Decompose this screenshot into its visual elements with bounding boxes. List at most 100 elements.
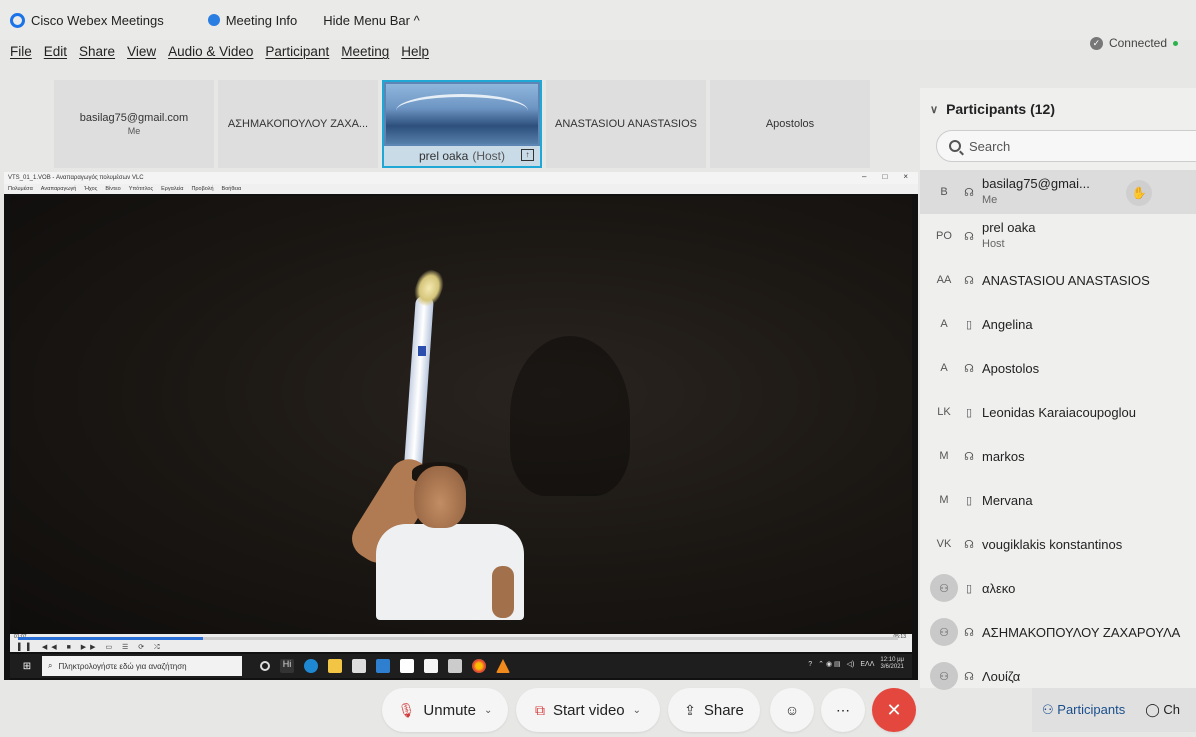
shared-screen: VTS_01_1.VOB - Αναπαραγωγός πολυμέσων VL… — [4, 172, 918, 680]
headset-icon: ☊ — [964, 626, 974, 639]
participant-row[interactable]: M ☊ markos — [920, 434, 1196, 478]
thumbnail-self[interactable]: basilag75@gmail.com Me — [54, 80, 214, 168]
close-icon: × — [903, 172, 908, 181]
participant-row[interactable]: VK ☊ vougiklakis konstantinos — [920, 522, 1196, 566]
vlc-menu-item: Προβολή — [191, 186, 214, 192]
avatar: M — [939, 450, 949, 462]
unmute-button[interactable]: 🎙 Unmute ⌄ — [382, 688, 508, 732]
person-icon: ⚇ — [939, 626, 949, 639]
chrome-icon — [472, 659, 486, 673]
participant-row[interactable]: AA ☊ ANASTASIOU ANASTASIOS — [920, 258, 1196, 302]
headset-icon: ☊ — [964, 450, 974, 463]
phone-icon: ▯ — [965, 582, 973, 595]
phone-icon: ▯ — [965, 494, 973, 507]
vlc-progress-fill — [18, 637, 203, 640]
close-icon: ✕ — [886, 699, 902, 720]
menu-participant[interactable]: Participant — [265, 44, 329, 68]
chat-toggle-button[interactable]: ◯ Ch — [1145, 702, 1180, 718]
participant-name-block: Apostolos — [982, 360, 1039, 377]
mail-icon — [376, 659, 390, 673]
participant-row[interactable]: A ▯ Angelina — [920, 302, 1196, 346]
menu-view[interactable]: View — [127, 44, 156, 68]
title-bar: Cisco Webex Meetings Meeting Info Hide M… — [0, 0, 1196, 40]
participant-row[interactable]: ⚇ ☊ ΑΣΗΜΑΚΟΠΟΥΛΟΥ ΖΑΧΑΡΟΥΛΑ — [920, 610, 1196, 654]
chat-toggle-label: Ch — [1163, 702, 1181, 717]
video-thumbnail-strip: basilag75@gmail.com Me ΑΣΗΜΑΚΟΠΟΥΛΟΥ ΖΑΧ… — [54, 80, 870, 168]
menu-meeting[interactable]: Meeting — [341, 44, 389, 68]
person-icon: ⚇ — [939, 670, 949, 683]
minimize-icon: – — [862, 172, 867, 181]
thumbnail-participant[interactable]: Apostolos — [710, 80, 870, 168]
muted-mic-icon: 🎙 — [397, 701, 416, 718]
thumbnail-sub: Me — [127, 126, 141, 136]
help-icon: ? — [808, 660, 813, 668]
participant-name-block: Leonidas Karaiacoupoglou — [982, 404, 1136, 421]
store-icon — [352, 659, 366, 673]
torch-band — [418, 346, 426, 356]
host-tag: (Host) — [472, 149, 506, 163]
raise-hand-icon[interactable]: ✋ — [1126, 180, 1152, 206]
windows-search-placeholder: Πληκτρολογήστε εδώ για αναζήτηση — [58, 661, 187, 671]
thumbnail-participant[interactable]: ANASTASIOU ANASTASIOS — [546, 80, 706, 168]
headset-icon: ☊ — [964, 186, 974, 199]
search-icon — [949, 140, 961, 152]
participant-row[interactable]: A ☊ Apostolos — [920, 346, 1196, 390]
leave-meeting-button[interactable]: ✕ — [872, 688, 916, 732]
participant-name-block: basilag75@gmai... Me — [982, 175, 1090, 209]
participant-row[interactable]: LK ▯ Leonidas Karaiacoupoglou — [920, 390, 1196, 434]
hide-menu-bar-button[interactable]: Hide Menu Bar ^ — [323, 13, 419, 28]
participant-name: prel oaka — [982, 220, 1036, 235]
share-button[interactable]: ⇪ Share — [668, 688, 760, 732]
amazon-icon — [400, 659, 414, 673]
thumbnail-host-active[interactable]: prel oaka (Host) ↑ — [382, 80, 542, 168]
menu-file[interactable]: File — [10, 44, 32, 68]
menu-help[interactable]: Help — [401, 44, 429, 68]
clock-time: 12:10 μμ — [880, 657, 904, 663]
vlc-menu-item: Βίντεο — [105, 186, 121, 192]
start-video-button[interactable]: ⧉ Start video ⌄ — [516, 688, 660, 732]
vlc-controls: 01:07 05:13 ▌▌ ◀◀ ■ ▶▶ ▭ ☰ ⟳ ⤮ — [10, 634, 912, 652]
participant-name-block: prel oaka Host — [982, 219, 1035, 253]
menu-audio-video[interactable]: Audio & Video — [168, 44, 253, 68]
thumbnail-name: Apostolos — [765, 118, 815, 130]
participant-row[interactable]: B ☊ basilag75@gmai... Me ✋ — [920, 170, 1196, 214]
participant-name: ANASTASIOU ANASTASIOS — [982, 272, 1150, 288]
more-options-button[interactable]: ⋯ — [821, 688, 865, 732]
participant-search-input[interactable]: Search — [936, 130, 1196, 162]
participant-name-block: Λουίζα — [982, 668, 1020, 685]
chevron-down-icon[interactable]: ⌄ — [633, 705, 641, 716]
meeting-controls: 🎙 Unmute ⌄ ⧉ Start video ⌄ ⇪ Share ☺ ⋯ ✕… — [0, 684, 1196, 737]
meeting-info-button[interactable]: Meeting Info — [226, 13, 298, 28]
more-icon: ⋯ — [836, 701, 850, 718]
keyboard-language: ΕΛΛ — [860, 660, 875, 668]
thumbnail-participant[interactable]: ΑΣΗΜΑΚΟΠΟΥΛΟΥ ΖΑΧΑ... — [218, 80, 378, 168]
menu-edit[interactable]: Edit — [44, 44, 67, 68]
vlc-title: VTS_01_1.VOB - Αναπαραγωγός πολυμέσων VL… — [8, 175, 144, 181]
phone-icon: ▯ — [965, 318, 973, 331]
vlc-menu-item: Ήχος — [84, 186, 98, 192]
participant-role: Host — [982, 238, 1005, 250]
avatar: M — [939, 494, 949, 506]
participant-row[interactable]: M ▯ Mervana — [920, 478, 1196, 522]
participant-name-block: Mervana — [982, 492, 1033, 509]
hi-icon: Hi — [280, 659, 294, 673]
participant-name: Λουίζα — [982, 668, 1021, 684]
headset-icon: ☊ — [964, 230, 974, 243]
thumbnail-name: ANASTASIOU ANASTASIOS — [554, 118, 698, 130]
participant-name: ΑΣΗΜΑΚΟΠΟΥΛΟΥ ΖΑΧΑΡΟΥΛΑ — [982, 624, 1181, 640]
participant-name: Apostolos — [982, 360, 1040, 376]
person-icon: ⚇ — [1042, 702, 1054, 717]
vlc-progress-bar — [18, 637, 898, 640]
background-shadow — [510, 336, 630, 496]
menu-share[interactable]: Share — [79, 44, 115, 68]
thumbnail-name: ΑΣΗΜΑΚΟΠΟΥΛΟΥ ΖΑΧΑ... — [227, 118, 369, 130]
participant-row[interactable]: PO ☊ prel oaka Host — [920, 214, 1196, 258]
participant-row[interactable]: ⚇ ▯ αλεκο — [920, 566, 1196, 610]
torch — [404, 295, 434, 467]
edge-icon — [304, 659, 318, 673]
chevron-down-icon[interactable]: ⌄ — [484, 705, 492, 716]
participant-name: Mervana — [982, 492, 1033, 508]
participants-header[interactable]: ∨ Participants (12) — [920, 88, 1196, 130]
participants-toggle-button[interactable]: ⚇ Participants — [1042, 702, 1125, 718]
reactions-button[interactable]: ☺ — [770, 688, 814, 732]
